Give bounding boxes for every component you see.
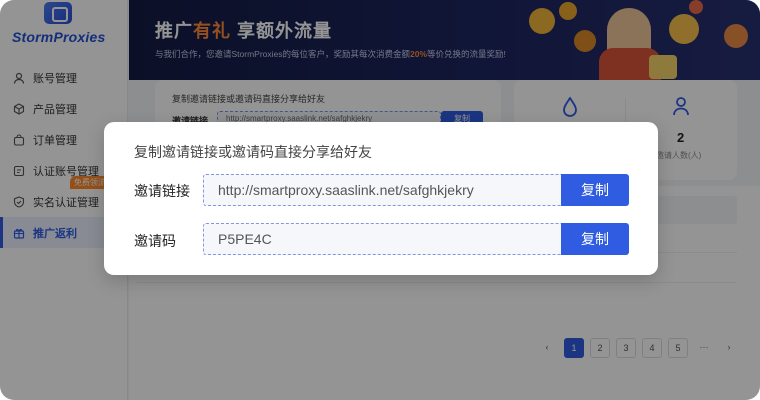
copy-code-button[interactable]: 复制 <box>561 223 629 255</box>
app-window: StormProxies 账号管理 产品管理 订单管理 认证账号管理 免费领流 … <box>0 0 760 400</box>
invite-code-label: 邀请码 <box>134 233 176 249</box>
modal-title: 复制邀请链接或邀请码直接分享给好友 <box>134 144 372 160</box>
copy-link-button[interactable]: 复制 <box>561 174 629 206</box>
invite-code-field[interactable]: P5PE4C <box>203 223 562 255</box>
invite-link-label: 邀请链接 <box>134 183 190 199</box>
invite-share-modal: 复制邀请链接或邀请码直接分享给好友 邀请链接 http://smartproxy… <box>104 122 658 275</box>
invite-link-field[interactable]: http://smartproxy.saaslink.net/safghkjek… <box>203 174 562 206</box>
